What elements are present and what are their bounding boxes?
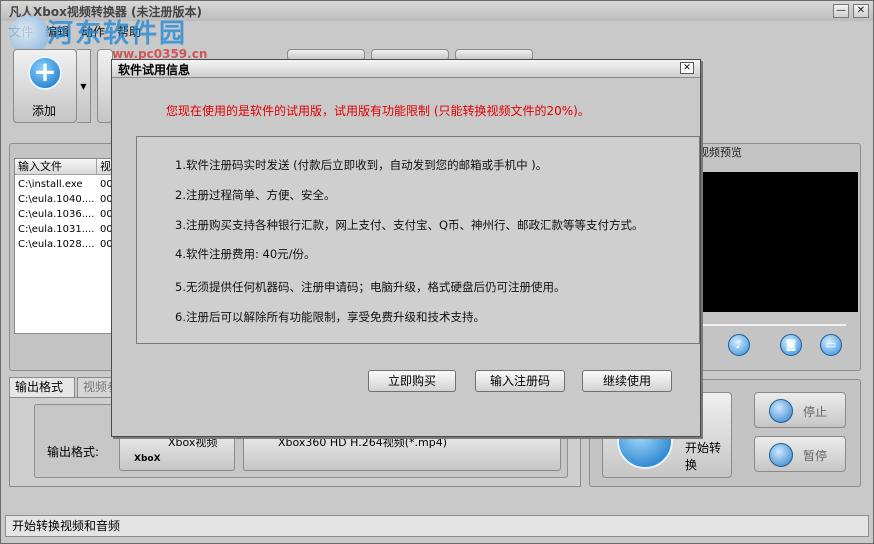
file-name: C:\eula.1036.... xyxy=(18,209,95,220)
pause-button[interactable]: 暂停 xyxy=(754,436,846,472)
add-label: 添加 xyxy=(32,104,57,118)
tab-output-format[interactable]: 输出格式 xyxy=(9,377,75,397)
preview-title: 视频预览 xyxy=(698,146,742,159)
stop-icon xyxy=(769,399,793,423)
audio-icon[interactable]: ♪ xyxy=(728,334,750,356)
continue-button[interactable]: 继续使用 xyxy=(582,370,672,392)
add-button[interactable]: + 添加 xyxy=(13,49,77,123)
info-line: 4.软件注册费用: 40元/份。 xyxy=(175,247,316,261)
file-name: C:\eula.1028.... xyxy=(18,239,95,250)
snapshot-icon[interactable]: ◙ xyxy=(780,334,802,356)
status-bar: 开始转换视频和音频 xyxy=(5,515,869,537)
dialog-title: 软件试用信息 xyxy=(118,63,191,77)
minimize-button[interactable]: — xyxy=(833,4,849,18)
main-window: 凡人Xbox视频转换器 (未注册版本) — ✕ 文件 编辑 动作 帮助 河东软件… xyxy=(0,0,874,544)
buy-now-button[interactable]: 立即购买 xyxy=(368,370,456,392)
info-line: 5.无须提供任何机器码、注册申请码；电脑升级，格式硬盘后仍可注册使用。 xyxy=(175,280,566,294)
format-category-select[interactable]: Xbox视频 XboX xyxy=(119,431,235,471)
watermark-text: 河东软件园 xyxy=(47,19,188,49)
add-dropdown-button[interactable]: ▼ xyxy=(77,49,91,123)
playback-progress[interactable] xyxy=(698,324,846,326)
file-name: C:\eula.1040.... xyxy=(18,194,95,205)
stop-button[interactable]: 停止 xyxy=(754,392,846,428)
info-line: 3.注册购买支持各种银行汇款，网上支付、支付宝、Q币、神州行、邮政汇款等等支付方… xyxy=(175,218,644,232)
registration-info-box: 1.软件注册码实时发送 (付款后立即收到，自动发到您的邮箱或手机中 )。 2.注… xyxy=(136,136,700,344)
file-name: C:\eula.1031.... xyxy=(18,224,95,235)
close-button[interactable]: ✕ xyxy=(853,4,869,18)
enter-code-button[interactable]: 输入注册码 xyxy=(475,370,565,392)
convert-label: 开始转换 xyxy=(685,441,722,472)
trial-info-dialog: 软件试用信息 ✕ 您现在使用的是软件的试用版，试用版有功能限制 (只能转换视频文… xyxy=(111,59,701,437)
xbox-logo: XboX xyxy=(134,454,161,464)
file-name: C:\install.exe xyxy=(18,179,83,190)
pause-label: 暂停 xyxy=(803,449,828,463)
dialog-close-button[interactable]: ✕ xyxy=(680,62,694,74)
stop-label: 停止 xyxy=(803,405,828,419)
info-line: 1.软件注册码实时发送 (付款后立即收到，自动发到您的邮箱或手机中 )。 xyxy=(175,158,548,172)
info-line: 6.注册后可以解除所有功能限制，享受免费升级和技术支持。 xyxy=(175,310,485,324)
trial-warning: 您现在使用的是软件的试用版，试用版有功能限制 (只能转换视频文件的20%)。 xyxy=(166,104,590,118)
column-header-input-file[interactable]: 输入文件 xyxy=(15,159,97,175)
output-format-label: 输出格式: xyxy=(47,445,100,459)
pause-icon xyxy=(769,443,793,467)
info-line: 2.注册过程简单、方便、安全。 xyxy=(175,188,336,202)
video-preview-screen xyxy=(698,172,858,312)
format-profile-select[interactable]: Xbox360 HD H.264视频(*.mp4) xyxy=(243,431,561,471)
add-icon: + xyxy=(28,56,62,90)
folder-icon[interactable]: ▭ xyxy=(820,334,842,356)
dialog-title-bar: 软件试用信息 ✕ xyxy=(112,60,700,78)
